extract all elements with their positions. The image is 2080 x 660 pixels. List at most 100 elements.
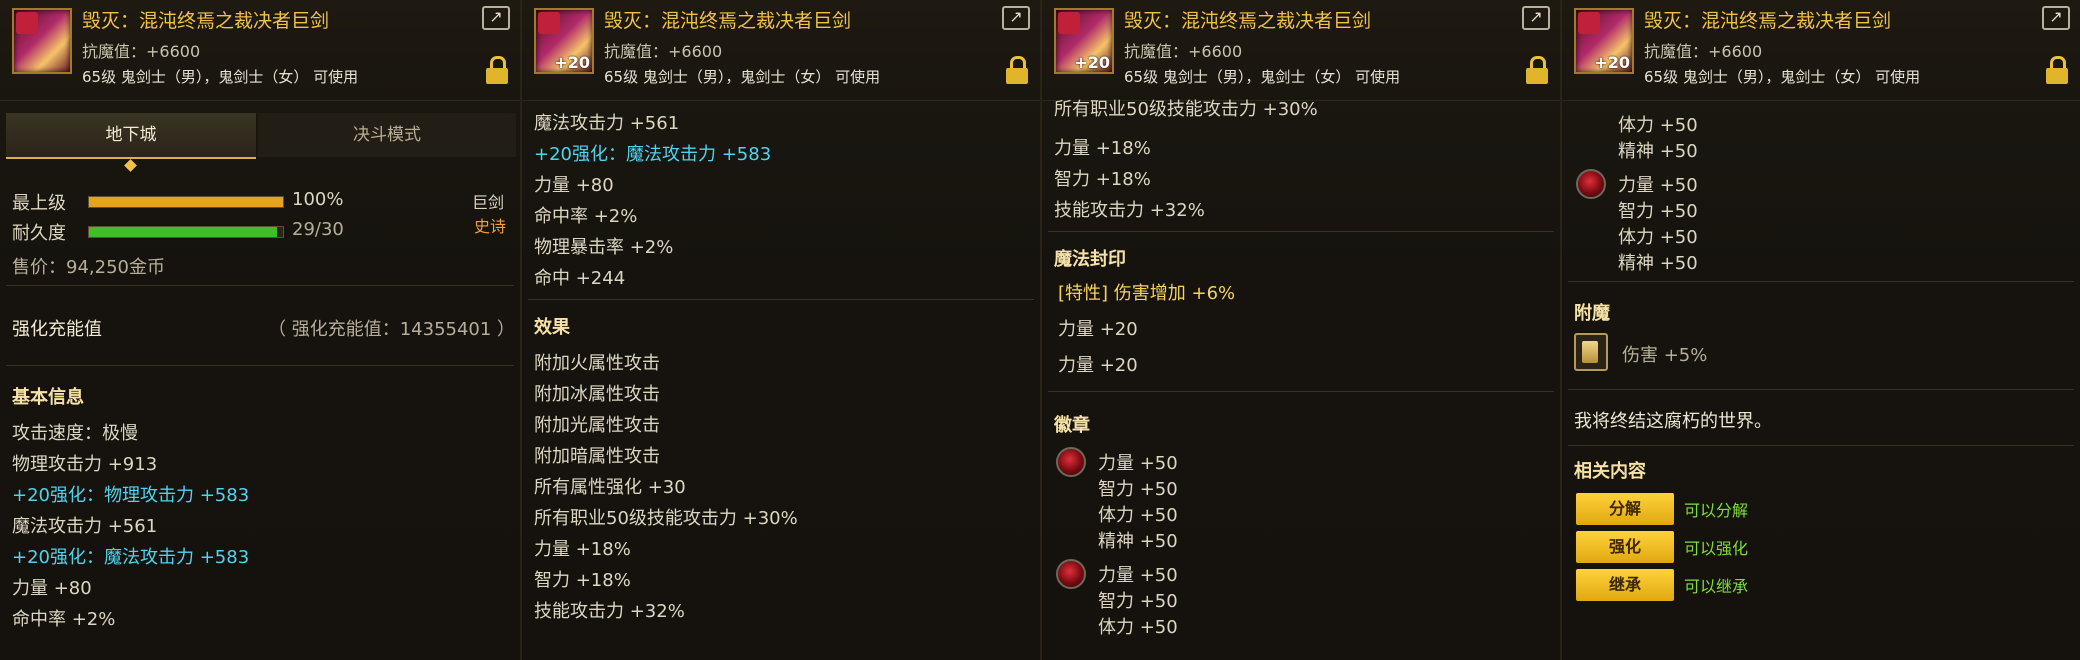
item-header: +20 毁灭：混沌终焉之裁决者巨剑 抗魔值：+6600 65级 鬼剑士（男），鬼… — [1562, 0, 2080, 101]
grade-label: 最上级 — [12, 193, 66, 214]
thumb-level: +20 — [1594, 53, 1630, 72]
emblem-gem-icon[interactable] — [1056, 447, 1086, 477]
item-thumbnail: +20 — [1574, 8, 1634, 74]
tooltip-panel-2: +20 毁灭：混沌终焉之裁决者巨剑 抗魔值：+6600 65级 鬼剑士（男），鬼… — [522, 0, 1042, 660]
lock-icon[interactable] — [486, 56, 508, 84]
emblem-stat: 体力 +50 — [1618, 115, 1698, 136]
weapon-type: 巨剑 — [472, 193, 505, 212]
external-link-icon[interactable]: ↗ — [1002, 6, 1030, 30]
seal-trait: [特性] 伤害增加 +6% — [1058, 283, 1236, 304]
stat-line: 命中率 +2% — [12, 609, 116, 630]
external-link-icon[interactable]: ↗ — [482, 6, 510, 30]
stat-line: 力量 +80 — [12, 578, 92, 599]
rarity: 史诗 — [474, 217, 507, 236]
related-note: 可以分解 — [1684, 501, 1749, 520]
inherit-button[interactable]: 继承 — [1576, 569, 1674, 601]
basic-info-title: 基本信息 — [12, 387, 84, 408]
enchant-title: 附魔 — [1574, 303, 1610, 324]
stat-line: 物理暴击率 +2% — [534, 237, 674, 258]
effect-line: 附加冰属性攻击 — [534, 384, 660, 405]
durability-label: 耐久度 — [12, 223, 66, 244]
related-note: 可以继承 — [1684, 577, 1749, 596]
emblem-stat: 智力 +50 — [1098, 479, 1178, 500]
stat-line: +20强化：魔法攻击力 +583 — [12, 547, 250, 568]
external-link-icon[interactable]: ↗ — [1522, 6, 1550, 30]
flag-icon — [1578, 12, 1600, 34]
tooltip-panel-3: +20 毁灭：混沌终焉之裁决者巨剑 抗魔值：+6600 65级 鬼剑士（男），鬼… — [1042, 0, 1562, 660]
grade-percent: 100% — [292, 189, 344, 210]
item-header: +20 毁灭：混沌终焉之裁决者巨剑 抗魔值：+6600 65级 鬼剑士（男），鬼… — [1042, 0, 1560, 101]
effect-line: 所有职业50级技能攻击力 +30% — [1054, 99, 1318, 120]
stat-line: 魔法攻击力 +561 — [12, 516, 158, 537]
emblem-stat: 力量 +50 — [1618, 175, 1698, 196]
flag-icon — [16, 12, 38, 34]
requirement: 65级 鬼剑士（男），鬼剑士（女） 可使用 — [1124, 68, 1401, 86]
requirement: 65级 鬼剑士（男），鬼剑士（女） 可使用 — [1644, 68, 1921, 86]
effect-line: 力量 +18% — [534, 539, 631, 560]
flag-icon — [1058, 12, 1080, 34]
emblem-stat: 精神 +50 — [1618, 253, 1698, 274]
durability-text: 29/30 — [292, 219, 344, 240]
emblem-stat: 精神 +50 — [1618, 141, 1698, 162]
effect-line: 所有属性强化 +30 — [534, 477, 686, 498]
requirement: 65级 鬼剑士（男），鬼剑士（女） 可使用 — [82, 68, 359, 86]
emblem-gem-icon[interactable] — [1576, 169, 1606, 199]
sell-price: 售价：94,250金币 — [12, 257, 165, 278]
item-name: 毁灭：混沌终焉之裁决者巨剑 — [82, 10, 330, 32]
stat-line: +20强化：魔法攻击力 +583 — [534, 144, 772, 165]
stat-line: 力量 +80 — [534, 175, 614, 196]
item-thumbnail: +20 — [534, 8, 594, 74]
stat-line: +20强化：物理攻击力 +583 — [12, 485, 250, 506]
tooltip-strip: 毁灭：混沌终焉之裁决者巨剑 抗魔值：+6600 65级 鬼剑士（男），鬼剑士（女… — [0, 0, 2080, 660]
flag-icon — [538, 12, 560, 34]
emblem-stat: 力量 +50 — [1098, 453, 1178, 474]
resist-value: 抗魔值：+6600 — [82, 42, 201, 61]
effect-title: 效果 — [534, 317, 570, 338]
thumb-level: +20 — [1074, 53, 1110, 72]
seal-title: 魔法封印 — [1054, 249, 1126, 270]
emblem-stat: 体力 +50 — [1618, 227, 1698, 248]
lock-icon[interactable] — [1526, 56, 1548, 84]
grade-bar — [88, 196, 284, 208]
enchant-card-icon[interactable] — [1574, 333, 1608, 371]
item-header: +20 毁灭：混沌终焉之裁决者巨剑 抗魔值：+6600 65级 鬼剑士（男），鬼… — [522, 0, 1040, 101]
stat-line: 攻击速度：极慢 — [12, 423, 138, 444]
tab-duel[interactable]: 决斗模式 — [258, 113, 516, 157]
enchant-value: 伤害 +5% — [1622, 345, 1708, 366]
effect-line: 附加暗属性攻击 — [534, 446, 660, 467]
related-title: 相关内容 — [1574, 461, 1646, 482]
item-thumbnail: +20 — [1054, 8, 1114, 74]
seal-line: 力量 +20 — [1058, 355, 1138, 376]
durability-bar — [88, 226, 284, 238]
stat-line: 魔法攻击力 +561 — [534, 113, 680, 134]
effect-line: 技能攻击力 +32% — [534, 601, 685, 622]
amp-label: 强化充能值 — [12, 319, 102, 340]
effect-line: 所有职业50级技能攻击力 +30% — [534, 508, 798, 529]
resist-value: 抗魔值：+6600 — [604, 42, 723, 61]
reinforce-button[interactable]: 强化 — [1576, 531, 1674, 563]
external-link-icon[interactable]: ↗ — [2042, 6, 2070, 30]
stat-line: 命中 +244 — [534, 268, 626, 289]
effect-line: 力量 +18% — [1054, 138, 1151, 159]
effect-line: 附加火属性攻击 — [534, 353, 660, 374]
emblem-title: 徽章 — [1054, 415, 1090, 436]
emblem-gem-icon[interactable] — [1056, 559, 1086, 589]
lock-icon[interactable] — [2046, 56, 2068, 84]
emblem-stat: 力量 +50 — [1098, 565, 1178, 586]
lock-icon[interactable] — [1006, 56, 1028, 84]
emblem-stat: 体力 +50 — [1098, 505, 1178, 526]
item-thumbnail — [12, 8, 72, 74]
tab-dungeon[interactable]: 地下城 — [6, 113, 256, 159]
tooltip-panel-1: 毁灭：混沌终焉之裁决者巨剑 抗魔值：+6600 65级 鬼剑士（男），鬼剑士（女… — [0, 0, 522, 660]
stat-line: 物理攻击力 +913 — [12, 454, 158, 475]
amp-value: （ 强化充能值：14355401 ） — [268, 319, 516, 340]
item-name: 毁灭：混沌终焉之裁决者巨剑 — [604, 10, 852, 32]
emblem-stat: 体力 +50 — [1098, 617, 1178, 638]
item-header: 毁灭：混沌终焉之裁决者巨剑 抗魔值：+6600 65级 鬼剑士（男），鬼剑士（女… — [0, 0, 520, 101]
item-name: 毁灭：混沌终焉之裁决者巨剑 — [1124, 10, 1372, 32]
disassemble-button[interactable]: 分解 — [1576, 493, 1674, 525]
flavor-text: 我将终结这腐朽的世界。 — [1574, 411, 1772, 432]
thumb-level: +20 — [554, 53, 590, 72]
resist-value: 抗魔值：+6600 — [1644, 42, 1763, 61]
emblem-stat: 智力 +50 — [1098, 591, 1178, 612]
